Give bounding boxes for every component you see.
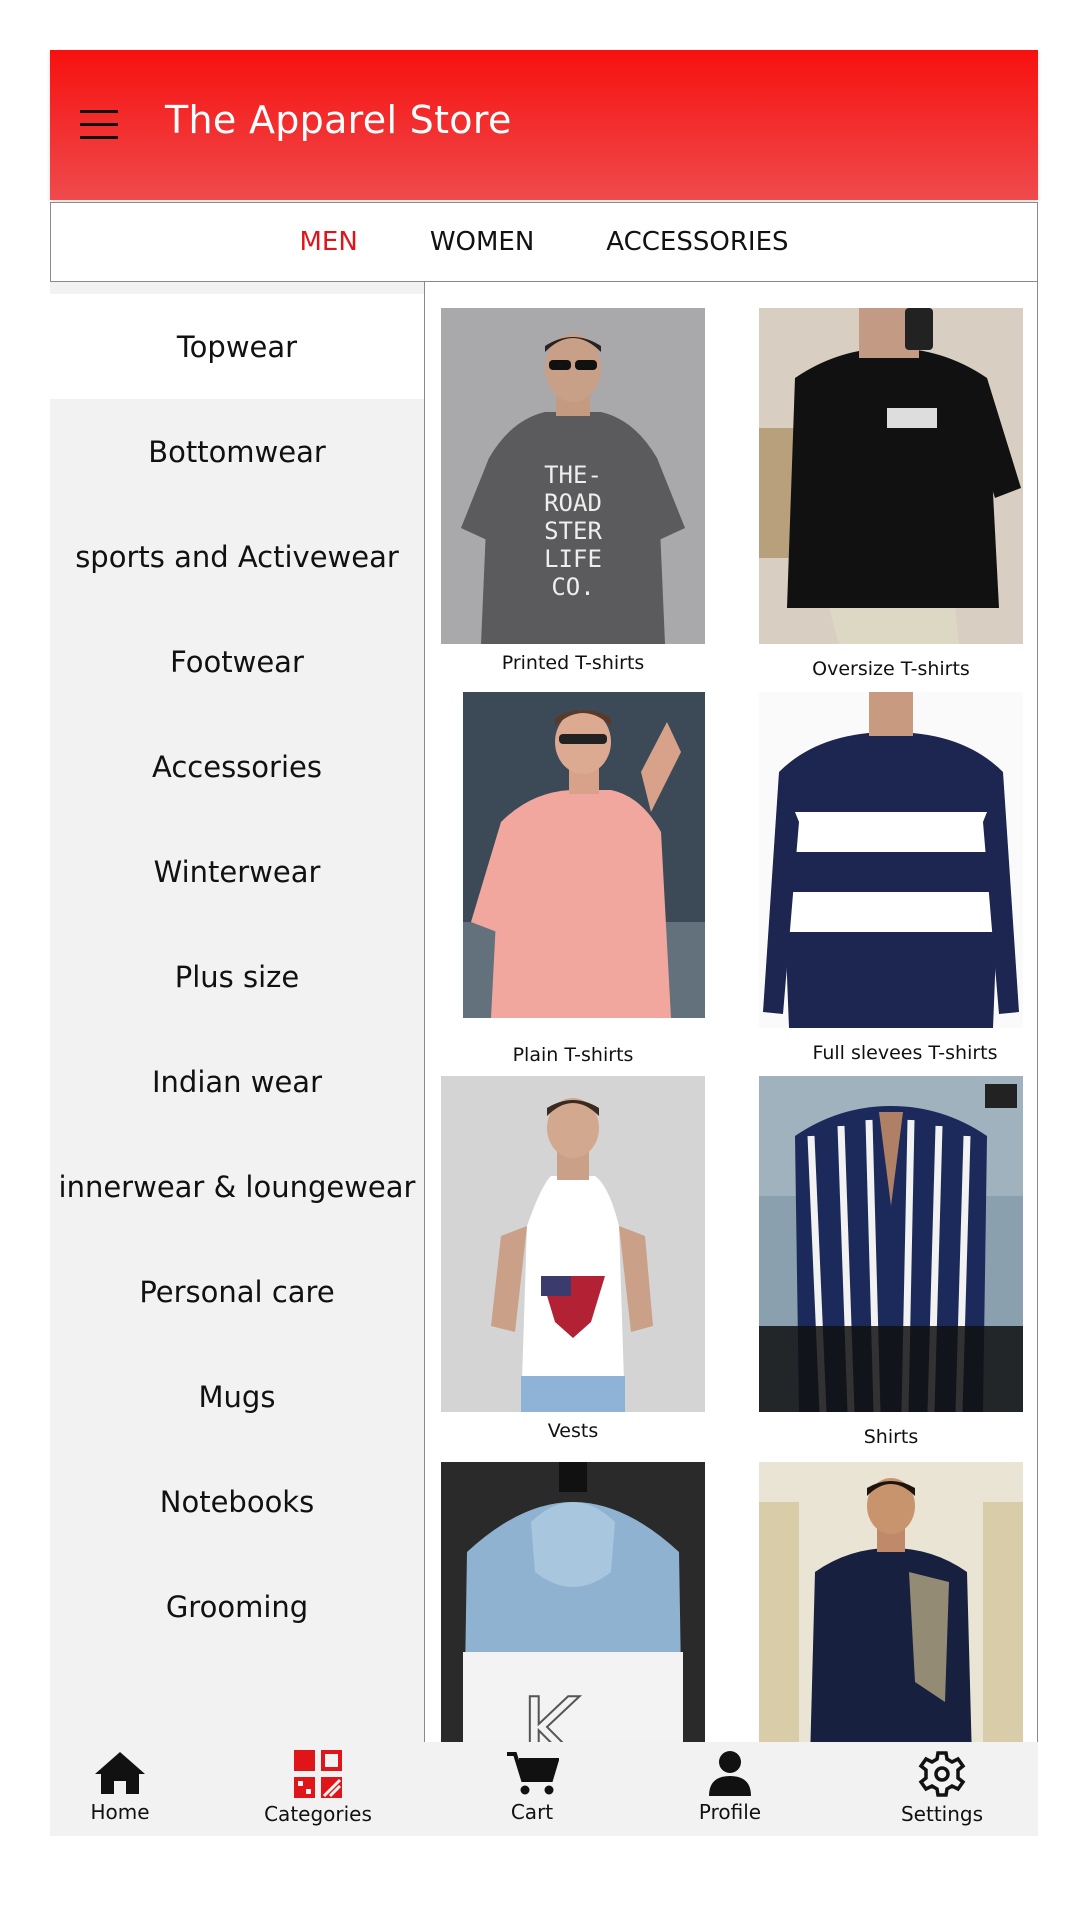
sidebar-item-grooming[interactable]: Grooming: [50, 1554, 424, 1659]
home-icon: [95, 1752, 145, 1794]
product-image: [759, 1076, 1023, 1412]
product-grid: THE- ROAD STER LIFE CO. Printed T-shirts: [424, 282, 1038, 1792]
product-name: Oversize T-shirts: [812, 658, 970, 680]
nav-categories[interactable]: Categories: [248, 1750, 388, 1826]
sidebar-item-sports[interactable]: sports and Activewear: [50, 504, 424, 609]
sidebar-item-personal-care[interactable]: Personal care: [50, 1239, 424, 1344]
category-sidebar: Topwear Bottomwear sports and Activewear…: [50, 282, 424, 1792]
svg-text:LIFE: LIFE: [544, 545, 602, 573]
product-image: [441, 692, 705, 1028]
tab-women[interactable]: WOMEN: [430, 227, 534, 257]
product-image: [441, 1076, 705, 1412]
product-image: THE- ROAD STER LIFE CO.: [441, 308, 705, 644]
nav-settings[interactable]: Settings: [872, 1750, 1012, 1826]
tab-accessories[interactable]: ACCESSORIES: [606, 227, 788, 257]
svg-text:CO.: CO.: [551, 573, 594, 601]
nav-cart[interactable]: Cart: [462, 1750, 602, 1824]
nav-home[interactable]: Home: [50, 1750, 190, 1824]
tab-men[interactable]: MEN: [300, 227, 358, 257]
product-name: Vests: [547, 1420, 599, 1442]
sidebar-item-plus-size[interactable]: Plus size: [50, 924, 424, 1029]
app-header: The Apparel Store: [50, 50, 1038, 200]
hamburger-menu-icon[interactable]: [80, 108, 120, 142]
product-card[interactable]: Shirts: [759, 1076, 1023, 1448]
product-card[interactable]: Plain T-shirts: [441, 692, 705, 1066]
sidebar-item-footwear[interactable]: Footwear: [50, 609, 424, 714]
product-card[interactable]: Oversize T-shirts: [759, 308, 1023, 680]
product-name: Shirts: [863, 1426, 919, 1448]
product-name: Printed T-shirts: [501, 652, 645, 674]
svg-text:THE-: THE-: [544, 461, 602, 489]
nav-settings-label: Settings: [900, 1802, 984, 1826]
app-frame: The Apparel Store MEN WOMEN ACCESSORIES …: [50, 50, 1038, 1836]
product-card[interactable]: Full slevees T-shirts: [759, 692, 1023, 1064]
bottom-navigation: Home Categories Cart Profile Settings: [50, 1742, 1038, 1836]
svg-text:ROAD: ROAD: [544, 489, 602, 517]
settings-icon: [918, 1751, 966, 1797]
product-card[interactable]: Vests: [441, 1076, 705, 1442]
sidebar-item-indian-wear[interactable]: Indian wear: [50, 1029, 424, 1134]
nav-profile[interactable]: Profile: [660, 1750, 800, 1824]
sidebar-item-accessories[interactable]: Accessories: [50, 714, 424, 819]
svg-text:STER: STER: [544, 517, 602, 545]
nav-home-label: Home: [90, 1800, 150, 1824]
product-name: Plain T-shirts: [512, 1044, 634, 1066]
cart-icon: [507, 1752, 559, 1795]
product-image: [759, 308, 1023, 644]
nav-categories-label: Categories: [264, 1802, 372, 1826]
profile-icon: [709, 1751, 751, 1796]
nav-profile-label: Profile: [698, 1800, 762, 1824]
product-image: [759, 692, 1023, 1028]
nav-cart-label: Cart: [510, 1800, 554, 1824]
app-title: The Apparel Store: [165, 98, 512, 142]
gender-tabs: MEN WOMEN ACCESSORIES: [50, 202, 1038, 282]
product-name: Full slevees T-shirts: [812, 1042, 998, 1064]
sidebar-item-mugs[interactable]: Mugs: [50, 1344, 424, 1449]
sidebar-item-topwear[interactable]: Topwear: [50, 294, 424, 399]
sidebar-item-bottomwear[interactable]: Bottomwear: [50, 399, 424, 504]
sidebar-item-winterwear[interactable]: Winterwear: [50, 819, 424, 924]
sidebar-item-notebooks[interactable]: Notebooks: [50, 1449, 424, 1554]
product-card[interactable]: THE- ROAD STER LIFE CO. Printed T-shirts: [441, 308, 705, 674]
categories-icon: [294, 1750, 342, 1798]
sidebar-item-innerwear[interactable]: innerwear & loungewear: [50, 1134, 424, 1239]
